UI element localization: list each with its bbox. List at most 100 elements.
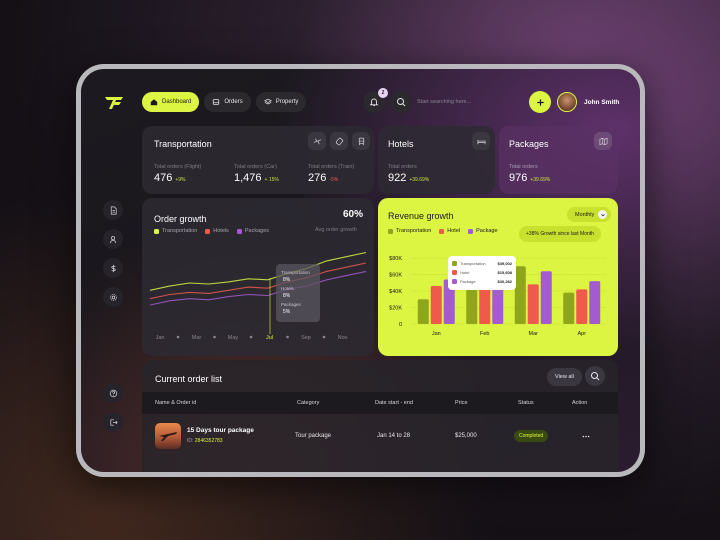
- tablet-frame: Dashboard Orders Property 2 Start search…: [76, 64, 645, 477]
- order-growth-tooltip: Transportation 8% Hotels 8% Packages 5%: [276, 264, 320, 322]
- order-dates: Jan 14 to 28: [377, 433, 411, 439]
- car-icon[interactable]: [330, 132, 348, 150]
- order-id: ID: 2846352783: [187, 438, 223, 444]
- bar-mar-2: [540, 271, 552, 324]
- order-growth-chart: Jan Mar May Jul Sep Nov: [149, 251, 367, 341]
- y-tick-label: $60K: [389, 273, 402, 279]
- y-tick-label: $80K: [389, 256, 402, 262]
- logout-icon: [109, 418, 118, 426]
- x-tick-label: Jan: [156, 335, 165, 341]
- order-list-card: Current order list View all Name & Order…: [142, 360, 618, 472]
- nav-orders[interactable]: Orders: [204, 92, 251, 112]
- revenue-tooltip: Transportation $39,002 Hotel $15,608 Pac…: [448, 256, 516, 290]
- hotels-orders-value: 922: [388, 172, 407, 184]
- x-tick-label: May: [228, 335, 239, 341]
- x-tick-dot: [322, 335, 326, 339]
- tour-thumbnail: [155, 423, 181, 449]
- dollar-icon: [110, 264, 116, 272]
- x-tick-label: Mar: [529, 331, 539, 337]
- x-tick-label: Feb: [480, 331, 489, 337]
- sidebar-item-documents[interactable]: [103, 200, 123, 220]
- nav-dashboard[interactable]: Dashboard: [142, 92, 200, 112]
- document-icon: [110, 206, 117, 214]
- search-input[interactable]: Start searching here...: [417, 99, 471, 105]
- legend-transportation: Transportation: [154, 228, 197, 234]
- x-tick-label: Jan: [432, 331, 441, 337]
- legend-hotel: Hotel: [439, 228, 460, 234]
- bar-feb-1: [479, 287, 491, 324]
- map-icon[interactable]: [594, 132, 612, 150]
- order-growth-card: Order growth 60% Avg order growth Transp…: [142, 198, 374, 356]
- y-tick-label: $40K: [389, 289, 402, 295]
- table-row[interactable]: 15 Days tour package ID: 2846352783 Tour…: [142, 416, 618, 456]
- avg-growth-percent: 60%: [343, 209, 364, 220]
- revenue-legend: Transportation Hotel Package: [388, 228, 498, 234]
- order-price: $25,000: [455, 433, 477, 439]
- transportation-title: Transportation: [154, 139, 212, 149]
- bar-jan-1: [430, 286, 442, 324]
- y-tick-label: 0: [399, 322, 402, 328]
- flight-orders-value: 476: [154, 172, 173, 184]
- order-growth-title: Order growth: [154, 214, 207, 224]
- help-icon: [109, 389, 117, 397]
- app-screen: Dashboard Orders Property 2 Start search…: [81, 69, 640, 472]
- x-tick-label: Mar: [192, 335, 202, 341]
- sidebar-item-users[interactable]: [103, 229, 123, 249]
- plus-icon: [536, 98, 544, 106]
- sidebar-item-finance[interactable]: [103, 258, 123, 278]
- search-button[interactable]: [390, 91, 412, 113]
- x-tick-label: Nov: [338, 335, 348, 341]
- series-line-1: [149, 262, 367, 300]
- bell-icon: [369, 98, 379, 106]
- series-line-0: [149, 251, 367, 291]
- transportation-card: Transportation Total orders (Flight) 476…: [142, 126, 374, 194]
- search-icon: [591, 372, 600, 381]
- x-tick-label: Sep: [301, 335, 311, 341]
- bar-apr-1: [576, 289, 588, 324]
- legend-packages: Packages: [236, 228, 269, 234]
- avg-growth-caption: Avg order growth: [315, 227, 357, 233]
- chevron-down-icon: [598, 210, 608, 219]
- view-all-button[interactable]: View all: [547, 368, 582, 386]
- train-orders-value: 276: [308, 172, 327, 184]
- home-icon: [150, 99, 158, 106]
- more-icon[interactable]: [580, 430, 592, 442]
- y-tick-label: $20K: [389, 306, 402, 312]
- bed-icon[interactable]: [472, 132, 490, 150]
- user-icon: [109, 235, 116, 243]
- nav-property[interactable]: Property: [255, 92, 307, 112]
- packages-card: Packages Total orders 976 +39.69%: [499, 126, 618, 194]
- notifications-button[interactable]: 2: [363, 88, 388, 113]
- x-tick-dot: [286, 335, 289, 339]
- revenue-growth-card: Revenue growth Monthly Transportation Ho…: [378, 198, 618, 356]
- order-name: 15 Days tour package: [187, 427, 254, 434]
- user-name[interactable]: John Smith: [584, 99, 619, 106]
- bar-jan-0: [417, 299, 429, 324]
- orders-search-button[interactable]: [585, 366, 605, 386]
- add-button[interactable]: [529, 91, 551, 113]
- sidebar-item-logout[interactable]: [103, 412, 123, 432]
- status-badge: Completed: [514, 430, 549, 442]
- order-growth-legend: Transportation Hotels Packages: [154, 228, 269, 234]
- legend-package: Package: [468, 228, 498, 234]
- sidebar-item-help[interactable]: [103, 383, 123, 403]
- x-tick-dot: [176, 335, 180, 339]
- gear-icon: [109, 293, 117, 301]
- bar-apr-2: [589, 281, 601, 324]
- packages-orders-value: 976: [509, 172, 528, 184]
- order-category: Tour package: [295, 433, 332, 439]
- order-list-title: Current order list: [155, 374, 223, 384]
- notification-badge: 2: [378, 88, 388, 98]
- sidebar-item-settings[interactable]: [103, 287, 123, 307]
- flight-icon[interactable]: [308, 132, 326, 150]
- train-icon[interactable]: [352, 132, 370, 150]
- layers-icon: [263, 98, 272, 105]
- legend-hotels: Hotels: [205, 228, 229, 234]
- bar-apr-0: [563, 292, 575, 324]
- x-tick-dot: [213, 335, 216, 339]
- period-dropdown[interactable]: Monthly: [567, 207, 612, 222]
- logo-icon[interactable]: [104, 96, 124, 110]
- avatar[interactable]: [557, 92, 577, 112]
- search-icon: [397, 98, 406, 107]
- growth-badge: +38% Growth since last Month: [519, 226, 601, 242]
